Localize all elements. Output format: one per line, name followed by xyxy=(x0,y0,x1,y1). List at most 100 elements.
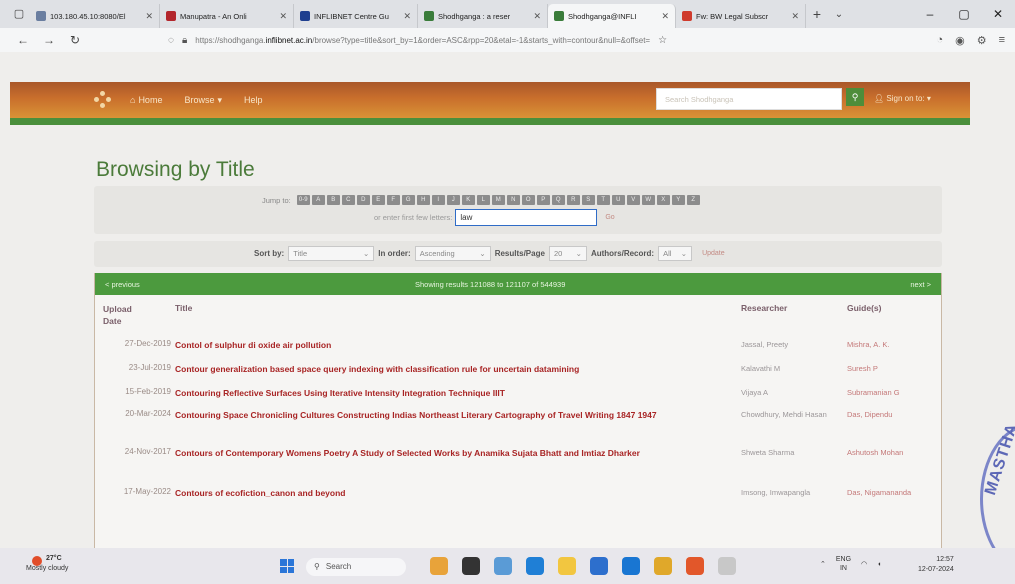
account-icon[interactable]: ◉ xyxy=(955,34,965,47)
tab-close-icon[interactable]: ✕ xyxy=(533,11,541,22)
address-bar[interactable]: ◌ 🔒︎ https://shodhganga.inflibnet.ac.in/… xyxy=(168,31,808,49)
order-select[interactable]: Ascending ⌄ xyxy=(414,246,491,261)
browser-tab[interactable]: Shodhganga@INFLI ✕ xyxy=(548,4,676,28)
authors-select[interactable]: All ⌄ xyxy=(658,246,693,261)
researcher-link[interactable]: Chowdhury, Mehdi Hasan xyxy=(741,409,831,420)
bookmark-star-icon[interactable]: ☆ xyxy=(658,35,667,46)
tray-chevron-icon[interactable]: ⌃ xyxy=(820,560,826,568)
app-store-icon[interactable] xyxy=(590,557,608,575)
weather-widget[interactable]: 27°C Mostly cloudy xyxy=(26,554,68,574)
app-widgets-icon[interactable] xyxy=(430,557,448,575)
pocket-icon[interactable]: ◔ xyxy=(936,34,943,47)
researcher-link[interactable]: Jassal, Preety xyxy=(741,339,831,350)
search-icon[interactable]: ⚲ xyxy=(846,88,864,106)
jump-letter-link[interactable]: H xyxy=(416,195,430,205)
jump-letter-link[interactable]: J xyxy=(446,195,460,205)
researcher-link[interactable]: Imsong, Imwapangla xyxy=(741,487,831,498)
app-firefox-icon[interactable] xyxy=(686,557,704,575)
jump-letter-link[interactable]: R xyxy=(566,195,580,205)
browser-tab[interactable]: Shodhganga : a reser ✕ xyxy=(418,4,548,28)
minimize-icon[interactable]: – xyxy=(913,7,947,21)
tab-close-icon[interactable]: ✕ xyxy=(279,11,287,22)
jump-letter-link[interactable]: D xyxy=(356,195,370,205)
back-icon[interactable]: ← xyxy=(10,33,36,47)
title-link[interactable]: Contours of ecofiction_canon and beyond xyxy=(175,487,723,499)
jump-letter-link[interactable]: F xyxy=(386,195,400,205)
jump-letter-link[interactable]: G xyxy=(401,195,415,205)
jump-letter-link[interactable]: W xyxy=(641,195,655,205)
windows-start-icon[interactable] xyxy=(280,559,294,573)
app-mail-icon[interactable] xyxy=(622,557,640,575)
jump-letter-link[interactable]: E xyxy=(371,195,385,205)
app-terminal-icon[interactable] xyxy=(462,557,480,575)
nav-help[interactable]: Help xyxy=(244,95,263,105)
nav-home[interactable]: ⌂ Home xyxy=(130,95,162,105)
guide-link[interactable]: Das, Dipendu xyxy=(847,409,939,420)
site-search-input[interactable]: Search Shodhganga xyxy=(656,88,842,110)
sort-by-select[interactable]: Title ⌄ xyxy=(288,246,375,261)
jump-letter-link[interactable]: O xyxy=(521,195,535,205)
signin-menu[interactable]: 👤︎ Sign on to: ▾ xyxy=(874,94,931,103)
tab-close-icon[interactable]: ✕ xyxy=(791,11,799,22)
jump-letter-link[interactable]: U xyxy=(611,195,625,205)
jump-letter-link[interactable]: A xyxy=(311,195,325,205)
previous-link[interactable]: < previous xyxy=(105,280,140,289)
guide-link[interactable]: Das, Nigamananda xyxy=(847,487,939,498)
jump-letter-link[interactable]: X xyxy=(656,195,670,205)
guide-link[interactable]: Mishra, A. K. xyxy=(847,339,939,350)
next-link[interactable]: next > xyxy=(910,280,931,289)
tab-close-icon[interactable]: ✕ xyxy=(145,11,153,22)
reload-icon[interactable]: ↻ xyxy=(62,33,88,47)
tab-list-icon[interactable]: ▢ xyxy=(8,4,30,24)
update-button[interactable]: Update xyxy=(702,250,725,257)
jump-letter-link[interactable]: K xyxy=(461,195,475,205)
title-link[interactable]: Contol of sulphur di oxide air pollution xyxy=(175,339,723,351)
jump-letter-link[interactable]: P xyxy=(536,195,550,205)
title-link[interactable]: Contours of Contemporary Womens Poetry A… xyxy=(175,447,723,459)
jump-letter-link[interactable]: L xyxy=(476,195,490,205)
title-link[interactable]: Contour generalization based space query… xyxy=(175,363,723,375)
extensions-icon[interactable]: ⚙ xyxy=(977,34,987,47)
jump-letter-link[interactable]: C xyxy=(341,195,355,205)
menu-icon[interactable]: ≡ xyxy=(999,34,1005,47)
maximize-icon[interactable]: ▢ xyxy=(947,7,981,21)
guide-link[interactable]: Subramanian G xyxy=(847,387,939,398)
forward-icon[interactable]: → xyxy=(36,33,62,47)
browser-tab[interactable]: Manupatra - An Onli ✕ xyxy=(160,4,294,28)
app-chat-icon[interactable] xyxy=(494,557,512,575)
researcher-link[interactable]: Vijaya A xyxy=(741,387,831,398)
researcher-link[interactable]: Kalavathi M xyxy=(741,363,831,374)
app-other-icon[interactable] xyxy=(718,557,736,575)
volume-icon[interactable]: ◖ xyxy=(877,561,881,568)
browser-tab[interactable]: INFLIBNET Centre Gu ✕ xyxy=(294,4,418,28)
first-letters-input[interactable]: law xyxy=(455,209,598,226)
nav-browse[interactable]: Browse ▾ xyxy=(184,95,222,106)
guide-link[interactable]: Suresh P xyxy=(847,363,939,374)
rpp-select[interactable]: 20 ⌄ xyxy=(548,246,587,261)
wifi-icon[interactable]: ◠ xyxy=(861,560,867,568)
title-link[interactable]: Contouring Space Chronicling Cultures Co… xyxy=(175,409,723,421)
browser-tab[interactable]: Fw: BW Legal Subscr ✕ xyxy=(676,4,806,28)
app-edge-icon[interactable] xyxy=(526,557,544,575)
app-chrome-icon[interactable] xyxy=(654,557,672,575)
jump-letter-link[interactable]: T xyxy=(596,195,610,205)
taskbar-clock[interactable]: 12:57 12-07-2024 xyxy=(918,555,954,575)
taskbar-search[interactable]: ⚲ Search xyxy=(306,558,406,576)
jump-letter-link[interactable]: B xyxy=(326,195,340,205)
new-tab-icon[interactable]: + xyxy=(806,6,828,22)
site-logo-icon[interactable] xyxy=(94,91,112,109)
jump-letter-link[interactable]: I xyxy=(431,195,445,205)
jump-letter-link[interactable]: Q xyxy=(551,195,565,205)
app-explorer-icon[interactable] xyxy=(558,557,576,575)
jump-letter-link[interactable]: Z xyxy=(686,195,700,205)
browser-tab[interactable]: 103.180.45.10:8080/El ✕ xyxy=(30,4,160,28)
jump-letter-link[interactable]: N xyxy=(506,195,520,205)
researcher-link[interactable]: Shweta Sharma xyxy=(741,447,831,458)
jump-letter-link[interactable]: Y xyxy=(671,195,685,205)
jump-letter-link[interactable]: 0-9 xyxy=(296,195,310,205)
tab-close-icon[interactable]: ✕ xyxy=(403,11,411,22)
jump-letter-link[interactable]: V xyxy=(626,195,640,205)
jump-letter-link[interactable]: S xyxy=(581,195,595,205)
jump-letter-link[interactable]: M xyxy=(491,195,505,205)
close-window-icon[interactable]: ✕ xyxy=(981,7,1015,21)
